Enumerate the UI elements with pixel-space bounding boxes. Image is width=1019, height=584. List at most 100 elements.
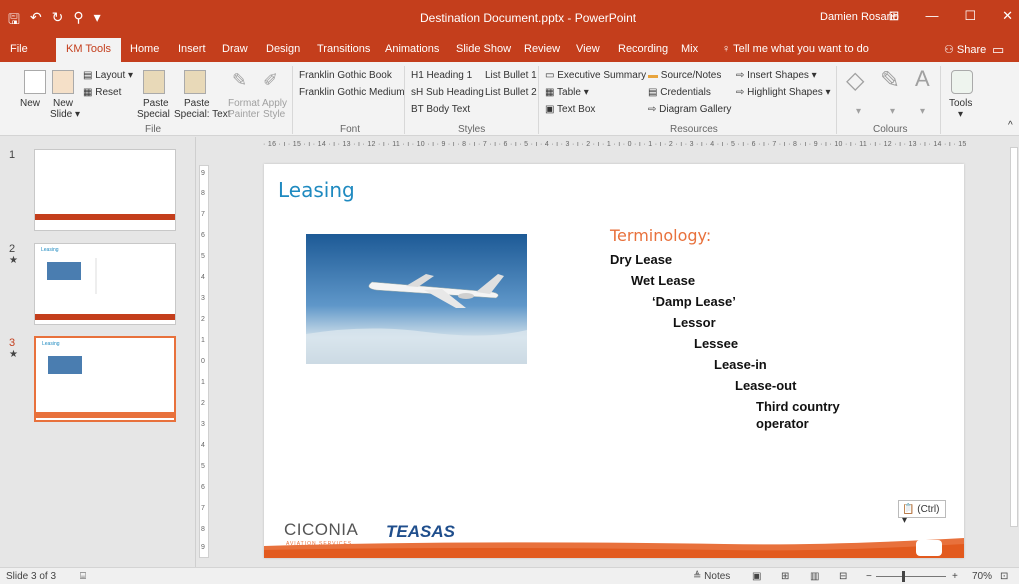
font-color-icon[interactable]: A	[915, 66, 930, 92]
tab-transitions[interactable]: Transitions	[317, 43, 370, 55]
vertical-scrollbar[interactable]	[1009, 137, 1019, 567]
presentation-icon[interactable]: ⚲	[73, 9, 83, 33]
slide-thumbnail-2[interactable]: Leasing	[34, 243, 176, 325]
style-list-bullet-1[interactable]: List Bullet 1	[485, 70, 537, 81]
text-box-button[interactable]: ▣ Text Box	[545, 104, 595, 115]
font-franklin-medium[interactable]: Franklin Gothic Medium	[299, 87, 405, 98]
apply-style-icon[interactable]: ✐	[263, 70, 278, 91]
term-damp-lease[interactable]: ‘Damp Lease’	[652, 294, 736, 309]
zoom-out-button[interactable]: −	[866, 571, 872, 582]
tell-me-box[interactable]: ♀ Tell me what you want to do	[722, 43, 869, 55]
tab-recording[interactable]: Recording	[618, 43, 668, 55]
apply-style-label-1[interactable]: Apply	[262, 98, 287, 109]
normal-view-icon[interactable]: ▣	[752, 571, 761, 582]
term-dry-lease[interactable]: Dry Lease	[610, 252, 672, 267]
tab-design[interactable]: Design	[266, 43, 300, 55]
tab-review[interactable]: Review	[524, 43, 560, 55]
customize-icon[interactable]: ▾	[94, 9, 101, 33]
style-body-text[interactable]: BT Body Text	[411, 104, 470, 115]
style-list-bullet-2[interactable]: List Bullet 2	[485, 87, 537, 98]
paste-text-label-1[interactable]: Paste	[184, 98, 210, 109]
new-slide-button[interactable]: New	[53, 98, 73, 109]
diagram-gallery-button[interactable]: ⇨ Diagram Gallery	[648, 104, 731, 115]
scrollbar-thumb[interactable]	[1010, 147, 1018, 527]
pane-divider[interactable]	[195, 137, 196, 567]
paste-special-label-2[interactable]: Special	[137, 109, 170, 120]
slide-thumbnail-3[interactable]: Leasing	[34, 336, 176, 422]
term-lease-in[interactable]: Lease-in	[714, 357, 767, 372]
zoom-in-button[interactable]: +	[952, 571, 958, 582]
tab-view[interactable]: View	[576, 43, 600, 55]
term-lessor[interactable]: Lessor	[673, 315, 716, 330]
new-slide-icon[interactable]	[52, 70, 74, 94]
zoom-slider-knob[interactable]	[902, 571, 905, 582]
insert-shapes-button[interactable]: ⇨ Insert Shapes ▾	[736, 70, 817, 81]
spellcheck-icon[interactable]: ⌸	[80, 571, 86, 582]
floppy-icon[interactable]: 🖫	[8, 9, 20, 33]
redo-icon[interactable]: ↻	[52, 9, 64, 33]
fill-dropdown-icon[interactable]: ▾	[856, 106, 861, 117]
reset-button[interactable]: ▦ Reset	[83, 87, 121, 98]
tools-dropdown[interactable]: ▾	[958, 109, 963, 120]
term-wet-lease[interactable]: Wet Lease	[631, 273, 695, 288]
tab-mix[interactable]: Mix	[681, 43, 698, 55]
paste-special-label-1[interactable]: Paste	[143, 98, 169, 109]
fill-color-icon[interactable]: ◇	[846, 66, 864, 95]
collapse-ribbon-icon[interactable]: ^	[1008, 120, 1013, 131]
term-third-country[interactable]: Third country	[756, 399, 840, 414]
slide-title[interactable]: Leasing	[278, 178, 355, 202]
tab-file[interactable]: File	[10, 43, 28, 55]
slide-sorter-icon[interactable]: ⊞	[781, 571, 789, 582]
table-button[interactable]: ▦ Table ▾	[545, 87, 589, 98]
slide-canvas[interactable]: Leasing Terminology: Dry Lease Wet Lease…	[264, 164, 964, 558]
airplane-image[interactable]	[306, 234, 527, 364]
clipboard-icon[interactable]	[143, 70, 165, 94]
tools-button[interactable]: Tools	[949, 98, 972, 109]
share-button[interactable]: ⚇ Share	[944, 43, 986, 56]
format-painter-label-2[interactable]: Painter	[228, 109, 260, 120]
slide-thumbnail-1[interactable]	[34, 149, 176, 231]
term-lessee[interactable]: Lessee	[694, 336, 738, 351]
apply-style-label-2[interactable]: Style	[263, 109, 285, 120]
new-document-icon[interactable]	[24, 70, 46, 94]
tab-slide-show[interactable]: Slide Show	[456, 43, 511, 55]
format-painter-icon[interactable]: ✎	[232, 70, 247, 91]
source-notes-button[interactable]: ▬ Source/Notes	[648, 70, 721, 81]
tools-icon[interactable]	[951, 70, 973, 94]
highlight-shapes-button[interactable]: ⇨ Highlight Shapes ▾	[736, 87, 831, 98]
credentials-button[interactable]: ▤ Credentials	[648, 87, 711, 98]
reading-view-icon[interactable]: ▥	[810, 571, 819, 582]
user-name[interactable]: Damien Rosario	[820, 11, 899, 23]
font-franklin-book[interactable]: Franklin Gothic Book	[299, 70, 392, 81]
ribbon-display-icon[interactable]: ⊞	[889, 8, 900, 24]
slideshow-icon[interactable]: ⊟	[839, 571, 847, 582]
terminology-heading[interactable]: Terminology:	[610, 226, 711, 245]
term-lease-out[interactable]: Lease-out	[735, 378, 796, 393]
notes-button[interactable]: ≜ Notes	[693, 571, 730, 582]
paste-text-label-2[interactable]: Special: Text	[174, 109, 231, 120]
pen-color-icon[interactable]: ✎	[880, 66, 900, 95]
tab-draw[interactable]: Draw	[222, 43, 248, 55]
clipboard-text-icon[interactable]	[184, 70, 206, 94]
tab-km-tools[interactable]: KM Tools	[56, 38, 122, 62]
format-painter-label-1[interactable]: Format	[228, 98, 260, 109]
comments-icon[interactable]: ▭	[992, 42, 1004, 58]
minimize-button[interactable]: —	[925, 8, 938, 24]
term-operator[interactable]: operator	[756, 416, 809, 431]
restore-button[interactable]: ☐	[964, 8, 976, 24]
font-color-dropdown-icon[interactable]: ▾	[920, 106, 925, 117]
zoom-slider[interactable]	[876, 576, 946, 577]
zoom-level[interactable]: 70%	[972, 571, 992, 582]
undo-icon[interactable]: ↶	[30, 9, 42, 33]
executive-summary-button[interactable]: ▭ Executive Summary	[545, 70, 646, 81]
pen-dropdown-icon[interactable]: ▾	[890, 106, 895, 117]
style-h1-heading[interactable]: H1 Heading 1	[411, 70, 472, 81]
new-button[interactable]: New	[20, 98, 40, 109]
tab-home[interactable]: Home	[130, 43, 159, 55]
new-slide-dropdown[interactable]: Slide ▾	[50, 109, 80, 120]
fit-to-window-icon[interactable]: ⊡	[1000, 571, 1008, 582]
close-button[interactable]: ✕	[1002, 8, 1013, 24]
layout-button[interactable]: ▤ Layout ▾	[83, 70, 133, 81]
tab-insert[interactable]: Insert	[178, 43, 206, 55]
tab-animations[interactable]: Animations	[385, 43, 439, 55]
